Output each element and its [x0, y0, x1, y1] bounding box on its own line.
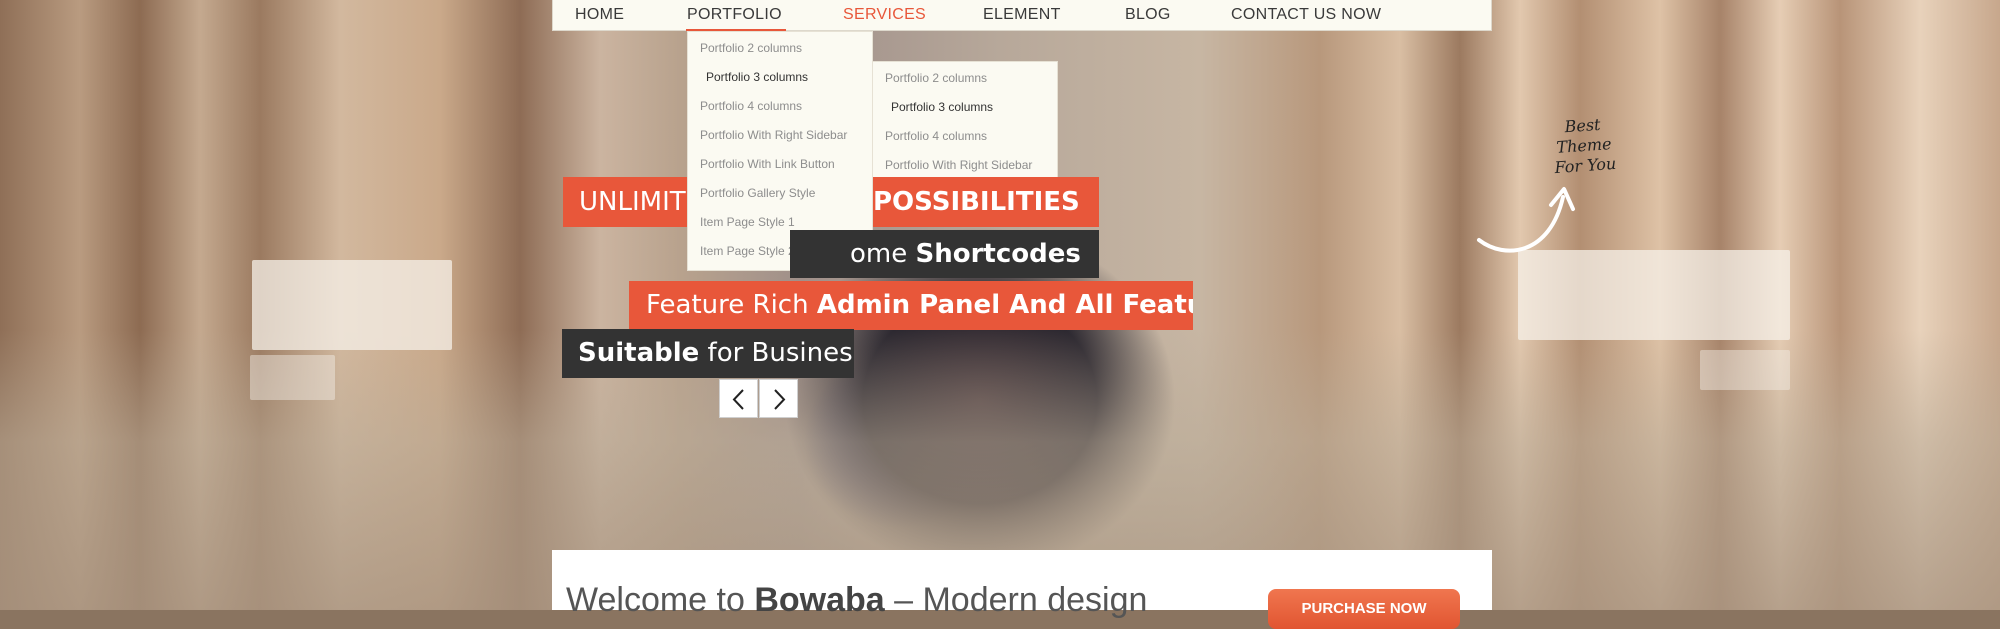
blurred-card-left: [252, 260, 452, 350]
caption-text-bold: Admin Panel And All Features: [816, 290, 1193, 320]
nav-item-blog[interactable]: BLOG: [1125, 1, 1171, 40]
welcome-prefix: Welcome to: [566, 581, 755, 619]
dropdown-item-portfolio-link-button[interactable]: Portfolio With Link Button: [700, 150, 835, 179]
slider-next-button[interactable]: [759, 379, 798, 418]
slider-prev-button[interactable]: [719, 379, 758, 418]
slider-caption-business: Suitable for Business: [562, 329, 854, 378]
submenu-item-portfolio-2-columns[interactable]: Portfolio 2 columns: [885, 64, 987, 93]
slider-caption-shortcodes: ome Shortcodes: [790, 230, 1099, 278]
blurred-card-right-small: [1700, 350, 1790, 390]
dropdown-item-portfolio-2-columns[interactable]: Portfolio 2 columns: [700, 34, 802, 63]
chevron-right-icon: [774, 389, 786, 410]
welcome-suffix: – Modern design: [884, 581, 1148, 619]
portfolio-submenu: Portfolio 2 columns Portfolio 3 columns …: [872, 61, 1058, 181]
curved-arrow-icon: [1477, 187, 1575, 253]
caption-text-bold: Shortcodes: [915, 239, 1081, 269]
submenu-item-portfolio-right-sidebar[interactable]: Portfolio With Right Sidebar: [885, 151, 1032, 180]
best-theme-badge: Best Theme For You: [1546, 114, 1622, 179]
welcome-brand: Bowaba: [754, 581, 885, 619]
dropdown-item-item-page-style-2[interactable]: Item Page Style 2: [700, 237, 795, 266]
caption-text: UNLIMIT: [579, 187, 686, 217]
main-navigation: HOME PORTFOLIO SERVICES ELEMENT BLOG CON…: [552, 0, 1492, 31]
dropdown-item-portfolio-3-columns[interactable]: Portfolio 3 columns: [706, 63, 808, 92]
blurred-card-left-small: [250, 355, 335, 400]
nav-item-home[interactable]: HOME: [575, 1, 624, 40]
dropdown-item-item-page-style-1[interactable]: Item Page Style 1: [700, 208, 795, 237]
dropdown-item-portfolio-gallery-style[interactable]: Portfolio Gallery Style: [700, 179, 815, 208]
welcome-panel: Welcome to Bowaba – Modern design PURCHA…: [552, 550, 1492, 629]
chevron-left-icon: [732, 389, 744, 410]
caption-text-bold: Suitable: [578, 338, 700, 368]
submenu-item-portfolio-3-columns[interactable]: Portfolio 3 columns: [891, 93, 993, 122]
caption-text: Feature Rich: [646, 290, 817, 320]
submenu-item-portfolio-4-columns[interactable]: Portfolio 4 columns: [885, 122, 987, 151]
slider-caption-unlimited-left: UNLIMIT: [563, 177, 687, 227]
nav-item-element[interactable]: ELEMENT: [983, 1, 1061, 40]
dropdown-item-portfolio-right-sidebar[interactable]: Portfolio With Right Sidebar: [700, 121, 847, 150]
caption-text-bold: POSSIBILITIES: [873, 187, 1080, 217]
caption-text: ome: [850, 239, 916, 269]
slider-caption-unlimited-right: POSSIBILITIES: [873, 177, 1099, 227]
dropdown-item-portfolio-4-columns[interactable]: Portfolio 4 columns: [700, 92, 802, 121]
slider-caption-admin-panel: Feature Rich Admin Panel And All Feature…: [629, 281, 1193, 330]
caption-text: for Business: [699, 338, 854, 368]
welcome-heading: Welcome to Bowaba – Modern design: [566, 580, 1147, 620]
purchase-button[interactable]: PURCHASE NOW: [1268, 589, 1460, 629]
nav-item-contact[interactable]: CONTACT US NOW: [1231, 1, 1381, 40]
